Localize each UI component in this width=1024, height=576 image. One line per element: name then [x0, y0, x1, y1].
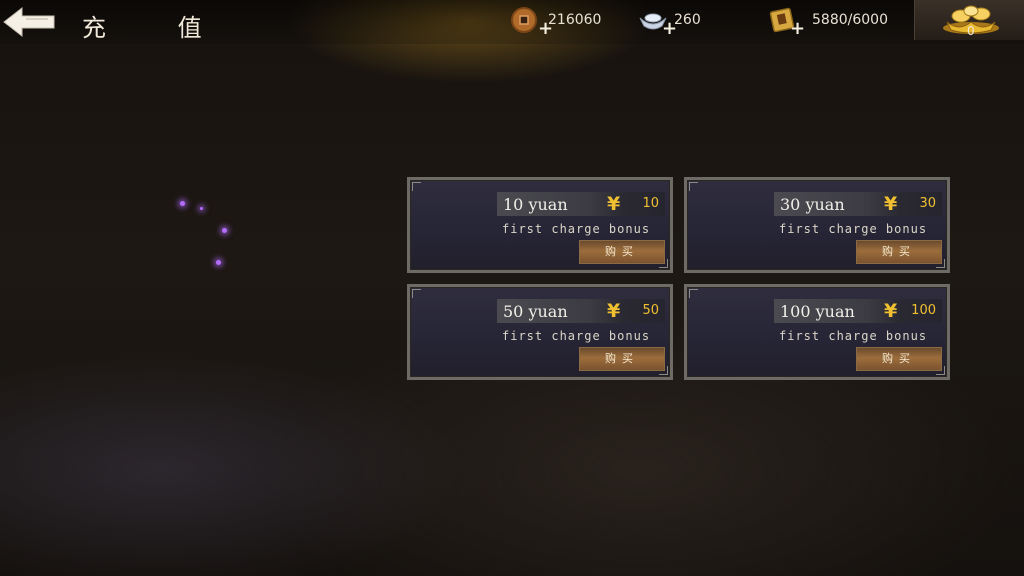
top-bar: 充 值 + 216060 + 260 + 5880/6000 0 — [0, 0, 1024, 44]
bonus-text: first charge bonus — [502, 222, 651, 236]
recharge-card-10[interactable]: 10 yuan ¥ 10 first charge bonus 购买 — [407, 177, 673, 273]
buy-button[interactable]: 购买 — [579, 347, 665, 371]
purple-sparkle — [200, 207, 203, 210]
price-value: 10 — [642, 196, 659, 211]
purple-sparkle — [180, 201, 185, 206]
price-label: 100 yuan — [780, 302, 855, 321]
purple-sparkle — [216, 260, 221, 265]
stamina-resource: + 5880/6000 — [766, 0, 906, 40]
gold-ingot-count: 0 — [967, 24, 975, 38]
recharge-card-30[interactable]: 30 yuan ¥ 30 first charge bonus 购买 — [684, 177, 950, 273]
copper-coin-icon — [511, 7, 537, 33]
back-button[interactable] — [2, 6, 56, 38]
price-strip: 30 yuan ¥ 30 — [774, 192, 942, 216]
bonus-text: first charge bonus — [502, 329, 651, 343]
price-value: 30 — [919, 196, 936, 211]
price-value: 100 — [911, 303, 936, 318]
silver-value: 260 — [674, 12, 701, 28]
price-label: 10 yuan — [503, 195, 568, 214]
recharge-card-50[interactable]: 50 yuan ¥ 50 first charge bonus 购买 — [407, 284, 673, 380]
price-strip: 100 yuan ¥ 100 — [774, 299, 942, 323]
bonus-text: first charge bonus — [779, 329, 928, 343]
page-title: 充 值 — [82, 14, 234, 42]
purple-sparkle — [222, 228, 227, 233]
stamina-value: 5880/6000 — [812, 12, 888, 28]
price-value: 50 — [642, 303, 659, 318]
stamina-add-button[interactable]: + — [790, 20, 805, 38]
yen-icon: ¥ — [884, 193, 898, 215]
back-arrow-icon — [3, 6, 55, 38]
price-strip: 50 yuan ¥ 50 — [497, 299, 665, 323]
buy-button[interactable]: 购买 — [579, 240, 665, 264]
copper-resource: + 216060 — [508, 0, 608, 40]
price-strip: 10 yuan ¥ 10 — [497, 192, 665, 216]
silver-resource: + 260 — [636, 0, 716, 40]
price-label: 30 yuan — [780, 195, 845, 214]
copper-value: 216060 — [548, 12, 602, 28]
recharge-card-100[interactable]: 100 yuan ¥ 100 first charge bonus 购买 — [684, 284, 950, 380]
buy-button[interactable]: 购买 — [856, 347, 942, 371]
bonus-text: first charge bonus — [779, 222, 928, 236]
buy-button[interactable]: 购买 — [856, 240, 942, 264]
price-label: 50 yuan — [503, 302, 568, 321]
yen-icon: ¥ — [607, 300, 621, 322]
gold-ingot-button[interactable]: 0 — [914, 0, 1024, 40]
yen-icon: ¥ — [607, 193, 621, 215]
yen-icon: ¥ — [884, 300, 898, 322]
